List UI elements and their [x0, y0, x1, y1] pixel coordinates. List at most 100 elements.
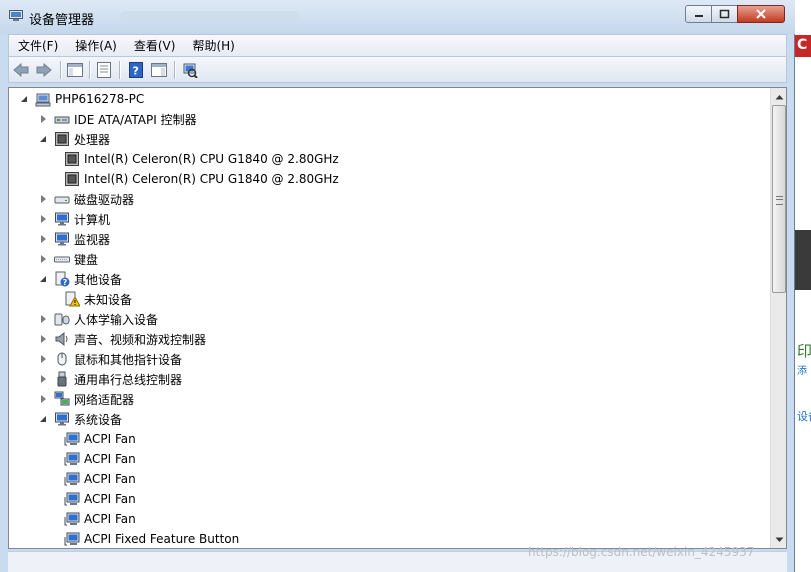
- expand-arrow-icon[interactable]: [38, 233, 50, 245]
- tree-node-label: 计算机: [74, 212, 111, 227]
- tree-node-computer-class[interactable]: 计算机: [38, 209, 110, 229]
- speaker-icon: [54, 331, 70, 347]
- tree-node-system[interactable]: 系统设备: [38, 409, 122, 429]
- expand-arrow-icon[interactable]: [38, 253, 50, 265]
- tree-node-usb[interactable]: 通用串行总线控制器: [38, 369, 182, 389]
- show-hide-console-tree-icon: [67, 63, 83, 77]
- tree-node-monitors[interactable]: 监视器: [38, 229, 110, 249]
- menu-help[interactable]: 帮助(H): [183, 37, 242, 54]
- expand-arrow-icon[interactable]: [38, 113, 50, 125]
- collapse-arrow-icon[interactable]: [38, 413, 50, 425]
- tree-node-cpu-1[interactable]: Intel(R) Celeron(R) CPU G1840 @ 2.80GHz: [57, 149, 339, 169]
- maximize-button[interactable]: [711, 5, 738, 23]
- system-device-icon: [64, 531, 80, 547]
- minimize-button[interactable]: [685, 5, 712, 23]
- collapse-arrow-icon[interactable]: [38, 133, 50, 145]
- expand-arrow-icon[interactable]: [38, 373, 50, 385]
- expand-arrow-icon[interactable]: [38, 333, 50, 345]
- scan-hardware-button[interactable]: [181, 61, 199, 79]
- tree-node-ide[interactable]: IDE ATA/ATAPI 控制器: [38, 109, 197, 129]
- help-button[interactable]: ?: [127, 61, 145, 79]
- back-icon: [13, 63, 29, 77]
- tree-node-computer[interactable]: PHP616278-PC: [19, 89, 144, 109]
- cpu-icon: [64, 151, 80, 167]
- tree-node-acpi-fan-3[interactable]: ACPI Fan: [57, 469, 136, 489]
- tree-node-mouse[interactable]: 鼠标和其他指针设备: [38, 349, 182, 369]
- tree-node-label: ACPI Fan: [84, 512, 136, 526]
- maximize-icon: [719, 9, 730, 19]
- tree-node-label: Intel(R) Celeron(R) CPU G1840 @ 2.80GHz: [84, 172, 339, 186]
- scrollbar-thumb[interactable]: [772, 105, 786, 293]
- expand-arrow-icon[interactable]: [38, 313, 50, 325]
- back-button[interactable]: [12, 61, 30, 79]
- system-device-icon: [64, 451, 80, 467]
- tree-node-label: 声音、视频和游戏控制器: [74, 332, 207, 347]
- tree-node-processors[interactable]: 处理器: [38, 129, 110, 149]
- monitor-icon: [54, 231, 70, 247]
- action-pane-button[interactable]: [150, 61, 168, 79]
- unknown-device-icon: ?: [54, 271, 70, 287]
- expand-arrow-icon[interactable]: [38, 213, 50, 225]
- collapse-arrow-icon[interactable]: [38, 273, 50, 285]
- background-text-3: 设备: [797, 410, 811, 423]
- background-text-1: 印: [797, 342, 811, 360]
- tree-node-unknown[interactable]: 未知设备: [57, 289, 132, 309]
- window-title: 设备管理器: [29, 13, 95, 28]
- tree-node-label: ACPI Fixed Feature Button: [84, 532, 240, 546]
- disk-drive-icon: [54, 191, 70, 207]
- menu-view[interactable]: 查看(V): [125, 37, 184, 54]
- tree-node-label: ACPI Fan: [84, 492, 136, 506]
- expand-arrow-icon[interactable]: [38, 393, 50, 405]
- menu-file[interactable]: 文件(F): [9, 37, 66, 54]
- usb-icon: [54, 371, 70, 387]
- expand-arrow-icon[interactable]: [38, 353, 50, 365]
- scroll-down-button[interactable]: [771, 531, 786, 548]
- forward-icon: [36, 63, 52, 77]
- properties-button[interactable]: [95, 61, 113, 79]
- collapse-arrow-icon[interactable]: [19, 93, 31, 105]
- tree-node-acpi-fan-2[interactable]: ACPI Fan: [57, 449, 136, 469]
- device-tree: PHP616278-PC IDE ATA/ATAPI 控制器 处理器 Intel(R)…: [9, 88, 770, 548]
- forward-button[interactable]: [35, 61, 53, 79]
- expand-arrow-icon[interactable]: [38, 193, 50, 205]
- background-logo: C: [795, 35, 811, 57]
- tree-node-keyboard[interactable]: 键盘: [38, 249, 98, 269]
- help-icon: ?: [129, 62, 143, 78]
- svg-text:?: ?: [133, 65, 139, 78]
- close-button[interactable]: [737, 5, 785, 23]
- tree-node-other[interactable]: ? 其他设备: [38, 269, 122, 289]
- tree-node-sound[interactable]: 声音、视频和游戏控制器: [38, 329, 206, 349]
- menu-action[interactable]: 操作(A): [66, 37, 125, 54]
- system-device-icon: [64, 491, 80, 507]
- svg-text:?: ?: [63, 278, 68, 287]
- toolbar-separator: [89, 61, 91, 79]
- scroll-up-button[interactable]: [771, 88, 786, 105]
- tree-node-cpu-2[interactable]: Intel(R) Celeron(R) CPU G1840 @ 2.80GHz: [57, 169, 339, 189]
- tree-node-label: 监视器: [74, 232, 111, 247]
- tree-node-acpi-fan-1[interactable]: ACPI Fan: [57, 429, 136, 449]
- tree-node-label: PHP616278-PC: [55, 92, 145, 106]
- tree-node-acpi-fan-5[interactable]: ACPI Fan: [57, 509, 136, 529]
- close-icon: [756, 9, 766, 19]
- tree-node-acpi-button[interactable]: ACPI Fixed Feature Button: [57, 529, 240, 548]
- blurred-title-area: [120, 11, 300, 21]
- show-hide-tree-button[interactable]: [66, 61, 84, 79]
- tree-node-network[interactable]: 网络适配器: [38, 389, 134, 409]
- system-device-icon: [64, 431, 80, 447]
- tree-node-disk[interactable]: 磁盘驱动器: [38, 189, 134, 209]
- device-tree-pane: PHP616278-PC IDE ATA/ATAPI 控制器 处理器 Intel(R)…: [8, 87, 787, 549]
- tree-node-acpi-fan-4[interactable]: ACPI Fan: [57, 489, 136, 509]
- vertical-scrollbar[interactable]: [770, 88, 786, 548]
- tree-node-hid[interactable]: 人体学输入设备: [38, 309, 158, 329]
- toolbar-separator: [119, 61, 121, 79]
- tree-node-label: 未知设备: [84, 292, 133, 307]
- title-bar[interactable]: 设备管理器: [0, 0, 795, 34]
